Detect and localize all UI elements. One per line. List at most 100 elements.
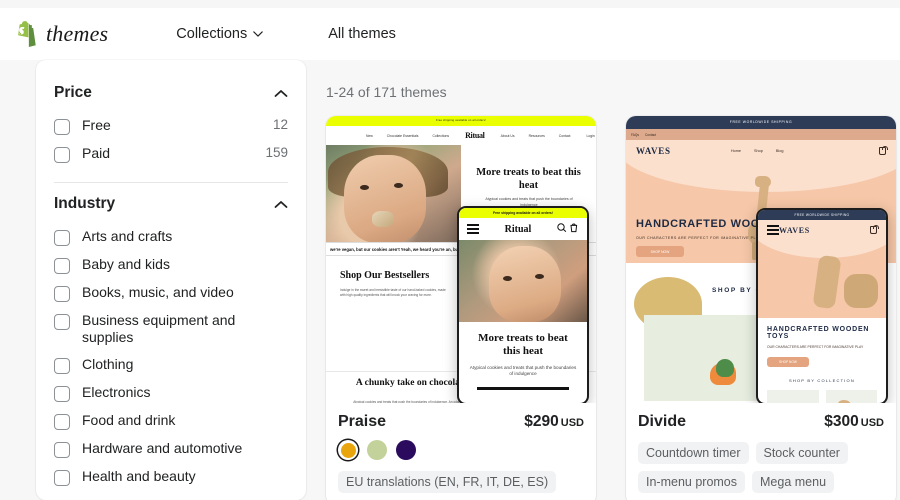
preview-announcement-text: Free shipping available on all orders! bbox=[436, 119, 486, 122]
preview-announcement-bar: Free shipping available on all orders! bbox=[326, 116, 596, 126]
brand-logo[interactable]: themes bbox=[14, 21, 108, 47]
tag-countdown-timer[interactable]: Countdown timer bbox=[638, 442, 749, 464]
preview-mobile-mockup: Free shipping available on all orders! R… bbox=[457, 206, 589, 403]
window-top-strip bbox=[0, 0, 900, 8]
theme-results: 1-24 of 171 themes Free shipping availab… bbox=[326, 60, 900, 500]
tag-mega-menu[interactable]: Mega menu bbox=[752, 471, 835, 493]
preview-mobile-nav-divide: WAVES bbox=[758, 220, 886, 240]
filter-count-paid: 159 bbox=[265, 145, 288, 160]
theme-card-info-divide: Divide $300 USD Countdown timer Stock cou… bbox=[626, 403, 896, 500]
swatch-gold[interactable] bbox=[338, 440, 358, 460]
tag-in-menu-promos[interactable]: In-menu promos bbox=[638, 471, 746, 493]
shopping-bag-icon bbox=[870, 224, 879, 234]
theme-tags-divide: Countdown timer Stock counter In-menu pr… bbox=[638, 442, 884, 493]
nav-item-collections[interactable]: Collections bbox=[166, 20, 273, 48]
swatch-sage[interactable] bbox=[367, 440, 387, 460]
filter-option-hardware-and-automotive[interactable]: Hardware and automotive bbox=[54, 435, 288, 463]
main-nav: Collections All themes bbox=[166, 20, 406, 48]
results-count: 1-24 of 171 themes bbox=[326, 84, 447, 100]
filter-option-free[interactable]: Free 12 bbox=[54, 112, 288, 140]
filter-option-health-and-beauty[interactable]: Health and beauty bbox=[54, 463, 288, 491]
preview-mobile-cta-divide: SHOP NOW bbox=[767, 357, 809, 367]
nav-collections-label: Collections bbox=[176, 26, 248, 42]
filter-option-business-equipment-and-supplies[interactable]: Business equipment and supplies bbox=[54, 307, 288, 351]
preview-section-heading: Shop Our Bestsellers bbox=[340, 270, 430, 281]
preview-mobile-announcement-divide: FREE WORLDWIDE SHIPPING bbox=[758, 210, 886, 220]
hamburger-menu-icon[interactable] bbox=[767, 223, 779, 237]
hamburger-menu-icon[interactable] bbox=[467, 222, 479, 236]
filter-label-baby-and-kids: Baby and kids bbox=[82, 256, 170, 272]
theme-card-praise[interactable]: Free shipping available on all orders! N… bbox=[326, 116, 596, 500]
theme-preview-divide[interactable]: FREE WORLDWIDE SHIPPING FAQs Contact WAV… bbox=[626, 116, 896, 403]
swatch-indigo[interactable] bbox=[396, 440, 416, 460]
preview-announcement-text-divide: FREE WORLDWIDE SHIPPING bbox=[729, 120, 793, 124]
filter-option-arts-and-crafts[interactable]: Arts and crafts bbox=[54, 223, 288, 251]
filter-label-books-music-and-video: Books, music, and video bbox=[82, 284, 234, 300]
filter-option-paid[interactable]: Paid 159 bbox=[54, 140, 288, 168]
checkbox-electronics[interactable] bbox=[54, 386, 70, 402]
filter-label-arts-and-crafts: Arts and crafts bbox=[82, 228, 173, 244]
tag-stock-counter[interactable]: Stock counter bbox=[755, 442, 848, 464]
theme-price-amount: $300 bbox=[824, 413, 859, 430]
tag-eu-translations[interactable]: EU translations (EN, FR, IT, DE, ES) bbox=[338, 471, 557, 493]
facet-title-industry: Industry bbox=[54, 195, 116, 212]
preview-mobile-hero-image bbox=[459, 240, 587, 322]
filter-option-electronics[interactable]: Electronics bbox=[54, 379, 288, 407]
facet-divider bbox=[54, 182, 288, 183]
preview-nav-about: About Us bbox=[500, 133, 515, 138]
preview-nav-resources: Resources bbox=[528, 133, 545, 138]
site-header: themes Collections All themes bbox=[0, 8, 900, 60]
preview-account-label: Login bbox=[586, 133, 595, 138]
preview-mobile-copy-divide: HANDCRAFTED WOODEN TOYS OUR CHARACTERS A… bbox=[758, 318, 886, 383]
filter-option-books-music-and-video[interactable]: Books, music, and video bbox=[54, 279, 288, 307]
preview-cookie bbox=[372, 211, 394, 227]
preview-mobile-mockup-divide: FREE WORLDWIDE SHIPPING WAVES HANDCRAFTE… bbox=[756, 208, 888, 403]
filter-label-food-and-drink: Food and drink bbox=[82, 412, 176, 428]
preview-mobile-heading: More treats to beat this heat bbox=[478, 332, 568, 357]
filter-option-food-and-drink[interactable]: Food and drink bbox=[54, 407, 288, 435]
filter-label-health-and-beauty: Health and beauty bbox=[82, 468, 196, 484]
checkbox-hardware-and-automotive[interactable] bbox=[54, 442, 70, 458]
checkbox-food-and-drink[interactable] bbox=[54, 414, 70, 430]
preview-nav-new: New bbox=[366, 133, 373, 138]
chevron-down-icon bbox=[253, 31, 263, 37]
checkbox-health-and-beauty[interactable] bbox=[54, 470, 70, 486]
theme-price-amount: $290 bbox=[524, 413, 559, 430]
checkbox-books-music-and-video[interactable] bbox=[54, 286, 70, 302]
checkbox-clothing[interactable] bbox=[54, 358, 70, 374]
themes-store-page: themes Collections All themes Price Free… bbox=[0, 0, 900, 500]
preview-store-logo: Ritual bbox=[465, 131, 485, 140]
chevron-up-icon[interactable] bbox=[274, 200, 288, 209]
facet-header-price[interactable]: Price bbox=[54, 76, 288, 112]
checkbox-baby-and-kids[interactable] bbox=[54, 258, 70, 274]
theme-card-divide[interactable]: FREE WORLDWIDE SHIPPING FAQs Contact WAV… bbox=[626, 116, 896, 500]
theme-price-currency: USD bbox=[860, 417, 884, 429]
theme-price-divide: $300 USD bbox=[824, 413, 884, 431]
preview-mobile-collection-grid bbox=[758, 383, 886, 403]
preview-mobile-actions bbox=[557, 220, 579, 238]
nav-item-all-themes[interactable]: All themes bbox=[318, 20, 406, 48]
preview-mobile-sub-divide: OUR CHARACTERS ARE PERFECT FOR IMAGINATI… bbox=[767, 345, 864, 349]
preview-model-eye-left bbox=[360, 185, 369, 190]
facet-title-price: Price bbox=[54, 84, 92, 101]
checkbox-business-equipment-and-supplies[interactable] bbox=[54, 314, 70, 330]
theme-price-praise: $290 USD bbox=[524, 413, 584, 431]
filter-label-paid: Paid bbox=[82, 145, 111, 161]
preview-mobile-model bbox=[489, 246, 561, 322]
preview-nav-home: Home bbox=[730, 149, 741, 153]
preview-nav-links-divide: Home Shop Blog bbox=[731, 149, 784, 153]
preview-hero-image bbox=[326, 145, 461, 243]
checkbox-arts-and-crafts[interactable] bbox=[54, 230, 70, 246]
preview-cta-shop-now: SHOP NOW bbox=[636, 246, 684, 257]
facet-header-industry[interactable]: Industry bbox=[54, 187, 288, 223]
chevron-up-icon[interactable] bbox=[274, 89, 288, 98]
filter-option-clothing[interactable]: Clothing bbox=[54, 351, 288, 379]
checkbox-paid[interactable] bbox=[54, 147, 70, 163]
theme-preview-praise[interactable]: Free shipping available on all orders! N… bbox=[326, 116, 596, 403]
preview-nav-collections: Collections bbox=[432, 133, 450, 138]
filter-label-business-equipment-and-supplies: Business equipment and supplies bbox=[82, 312, 236, 345]
checkbox-free[interactable] bbox=[54, 119, 70, 135]
preview-model-eye-right bbox=[394, 183, 403, 188]
filter-option-baby-and-kids[interactable]: Baby and kids bbox=[54, 251, 288, 279]
theme-price-currency: USD bbox=[560, 417, 584, 429]
